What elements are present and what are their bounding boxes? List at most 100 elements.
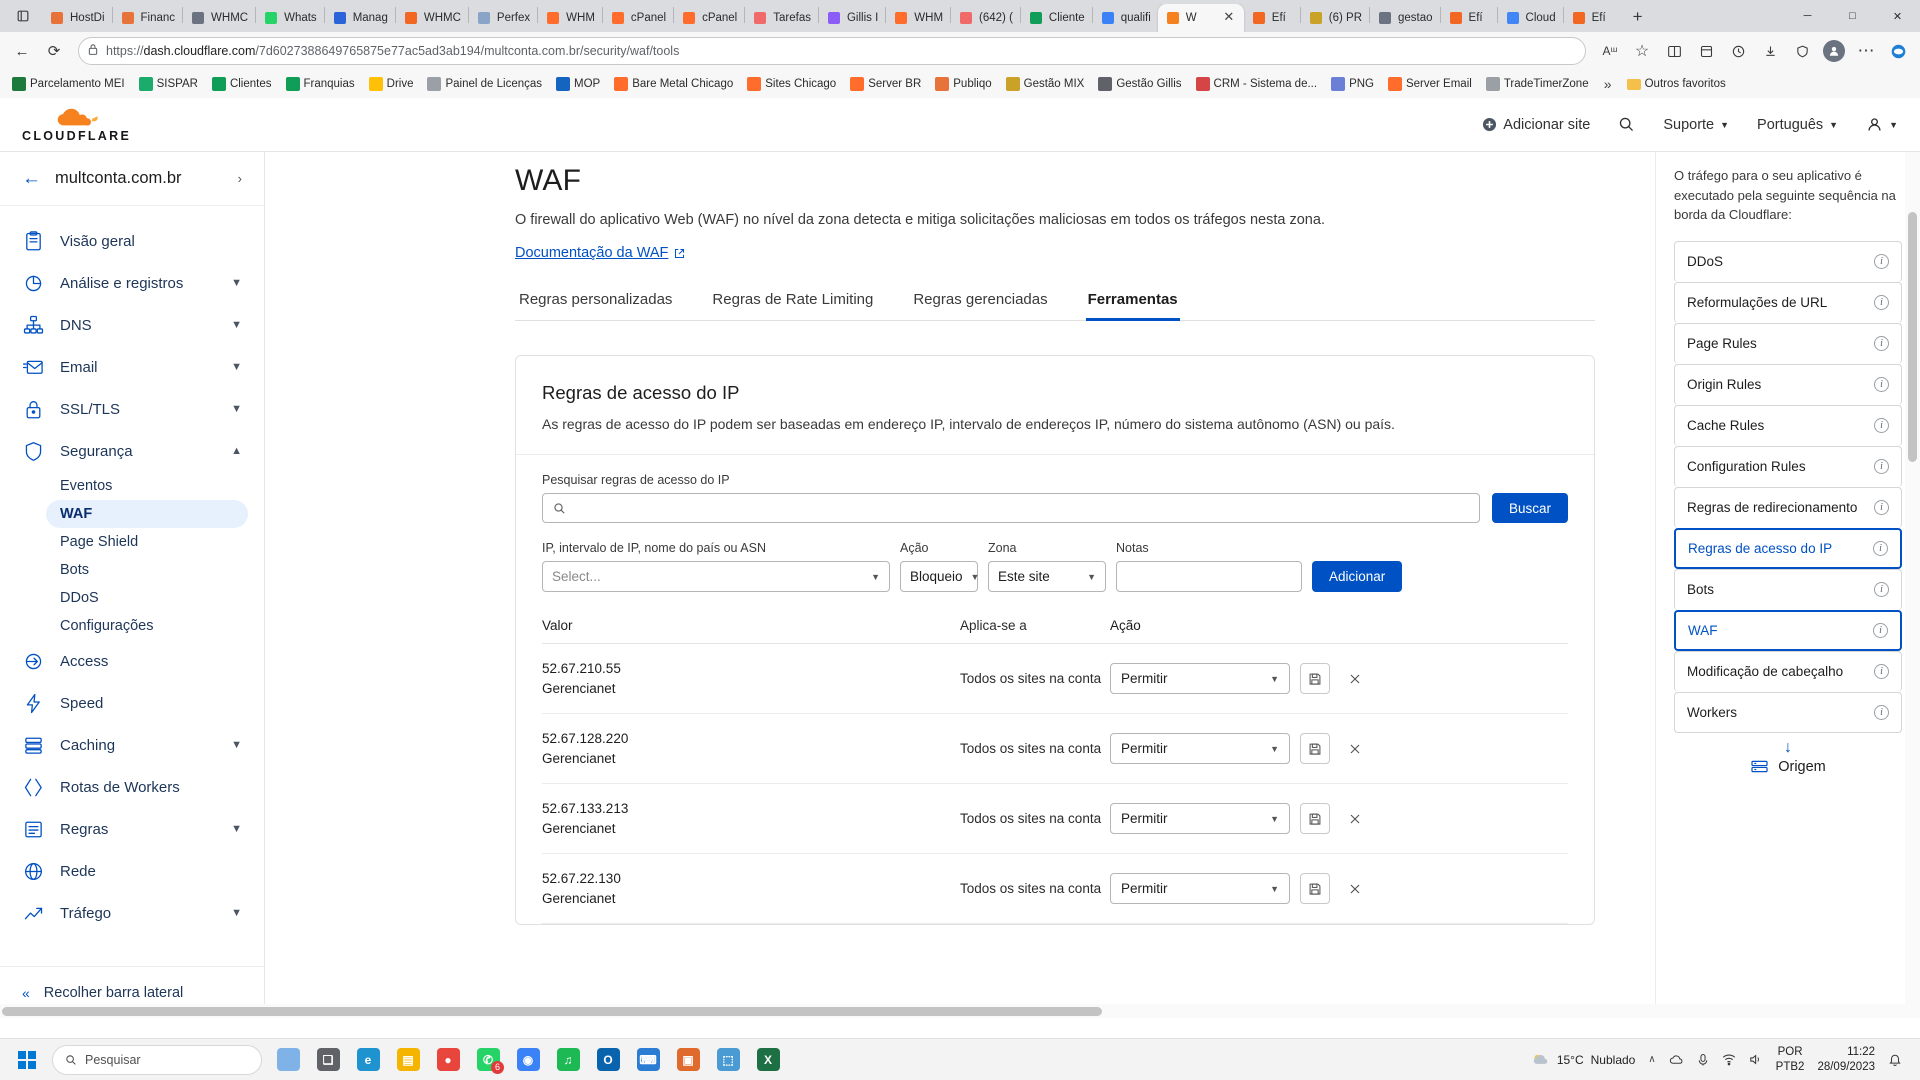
- info-icon[interactable]: i: [1874, 704, 1889, 720]
- clock[interactable]: 11:22 28/09/2023: [1817, 1045, 1875, 1074]
- browser-tab[interactable]: WHMC: [396, 4, 468, 32]
- sidebar-item-caching[interactable]: Caching ▼: [0, 724, 264, 766]
- browser-tab-active[interactable]: W ✕: [1157, 4, 1244, 32]
- scrollbar-thumb[interactable]: [1908, 212, 1917, 462]
- traffic-sequence-item[interactable]: Page Rules i: [1674, 322, 1902, 364]
- new-tab-button[interactable]: +: [1624, 3, 1652, 31]
- browser-tab[interactable]: cPanel: [674, 4, 744, 32]
- chevron-down-icon[interactable]: ▼: [231, 361, 242, 373]
- chevron-down-icon[interactable]: ▼: [231, 823, 242, 835]
- maximize-button[interactable]: □: [1830, 0, 1875, 32]
- bookmark-item[interactable]: Server Email: [1382, 74, 1478, 94]
- sidebar-item-speed[interactable]: Speed: [0, 682, 264, 724]
- sidebar-item-vis-o-geral[interactable]: Visão geral: [0, 220, 264, 262]
- close-tab-icon[interactable]: ✕: [1221, 10, 1237, 26]
- sidebar-subitem-configura-es[interactable]: Configurações: [46, 612, 248, 640]
- browser-tab[interactable]: HostDi: [42, 4, 112, 32]
- delete-rule-button[interactable]: [1340, 663, 1370, 694]
- sidebar-item-access[interactable]: Access: [0, 640, 264, 682]
- history-icon[interactable]: [1724, 37, 1752, 65]
- sidebar-item-rotas-de-workers[interactable]: Rotas de Workers: [0, 766, 264, 808]
- taskbar-app-task-view[interactable]: ❑: [308, 1041, 348, 1079]
- sidebar-subitem-waf[interactable]: WAF: [46, 500, 248, 528]
- back-button[interactable]: ←: [8, 37, 36, 65]
- add-site-button[interactable]: Adicionar site: [1482, 117, 1590, 133]
- taskbar-app-outlook[interactable]: O: [588, 1041, 628, 1079]
- sidebar-subitem-ddos[interactable]: DDoS: [46, 584, 248, 612]
- browser-tab[interactable]: Perfex: [469, 4, 537, 32]
- traffic-sequence-item[interactable]: Reformulações de URL i: [1674, 281, 1902, 323]
- delete-rule-button[interactable]: [1340, 873, 1370, 904]
- browser-tab[interactable]: gestao: [1370, 4, 1440, 32]
- close-window-button[interactable]: ✕: [1875, 0, 1920, 32]
- page-vertical-scrollbar[interactable]: [1905, 152, 1920, 1018]
- browser-tab[interactable]: Financ: [113, 4, 183, 32]
- arrow-left-icon[interactable]: ←: [22, 169, 41, 188]
- tab-regras-personalizadas[interactable]: Regras personalizadas: [517, 291, 674, 320]
- search-input[interactable]: [542, 493, 1480, 523]
- row-action-select[interactable]: Permitir ▼: [1110, 733, 1290, 764]
- bookmark-item[interactable]: Bare Metal Chicago: [608, 74, 739, 94]
- info-icon[interactable]: i: [1874, 336, 1889, 351]
- info-icon[interactable]: i: [1874, 295, 1889, 310]
- start-button[interactable]: [6, 1041, 48, 1079]
- taskbar-search[interactable]: Pesquisar: [52, 1044, 262, 1075]
- address-bar[interactable]: https://dash.cloudflare.com/7d6027388649…: [78, 37, 1586, 65]
- traffic-sequence-item[interactable]: Workers i: [1674, 691, 1902, 733]
- chevron-right-icon[interactable]: ›: [238, 171, 242, 186]
- ip-select[interactable]: Select... ▼: [542, 561, 890, 592]
- delete-rule-button[interactable]: [1340, 733, 1370, 764]
- onedrive-cloud-icon[interactable]: [1669, 1053, 1684, 1066]
- topbar-search-button[interactable]: [1618, 116, 1635, 133]
- sidebar-item-ssl-tls[interactable]: SSL/TLS ▼: [0, 388, 264, 430]
- browser-tab[interactable]: qualifi: [1093, 4, 1158, 32]
- bookmark-item[interactable]: Clientes: [206, 74, 278, 94]
- mic-icon[interactable]: [1697, 1053, 1709, 1067]
- row-action-select[interactable]: Permitir ▼: [1110, 663, 1290, 694]
- browser-tab[interactable]: cPanel: [603, 4, 673, 32]
- taskbar-app-weather-widget[interactable]: [268, 1041, 308, 1079]
- traffic-sequence-item[interactable]: Origin Rules i: [1674, 363, 1902, 405]
- language-indicator[interactable]: POR PTB2: [1776, 1045, 1805, 1074]
- bookmarks-overflow-button[interactable]: »: [1597, 76, 1619, 92]
- bookmark-item[interactable]: Publiqo: [929, 74, 997, 94]
- info-icon[interactable]: i: [1874, 377, 1889, 392]
- traffic-sequence-item[interactable]: DDoS i: [1674, 240, 1902, 282]
- bookmark-item[interactable]: SISPAR: [133, 74, 204, 94]
- taskbar-app-terminal[interactable]: ⬚: [708, 1041, 748, 1079]
- page-horizontal-scrollbar[interactable]: [0, 1004, 1905, 1018]
- info-icon[interactable]: i: [1873, 540, 1888, 556]
- waf-documentation-link[interactable]: Documentação da WAF: [515, 245, 685, 261]
- taskbar-app-chrome[interactable]: ●: [428, 1041, 468, 1079]
- taskbar-app-spotify[interactable]: ♫: [548, 1041, 588, 1079]
- other-favorites-folder[interactable]: Outros favoritos: [1621, 75, 1732, 93]
- sidebar-item-regras[interactable]: Regras ▼: [0, 808, 264, 850]
- language-menu[interactable]: Português ▼: [1757, 117, 1838, 133]
- zone-select[interactable]: Este site ▼: [988, 561, 1106, 592]
- sidebar-subitem-eventos[interactable]: Eventos: [46, 472, 248, 500]
- browser-essentials-icon[interactable]: [1788, 37, 1816, 65]
- traffic-sequence-item[interactable]: WAF i: [1674, 609, 1902, 651]
- browser-tab[interactable]: WHMC: [183, 4, 255, 32]
- chevron-down-icon[interactable]: ▼: [231, 403, 242, 415]
- chevron-down-icon[interactable]: ▼: [231, 907, 242, 919]
- browser-tab[interactable]: Cloud: [1498, 4, 1563, 32]
- row-action-select[interactable]: Permitir ▼: [1110, 873, 1290, 904]
- traffic-sequence-item[interactable]: Regras de redirecionamento i: [1674, 486, 1902, 528]
- taskbar-app-photos[interactable]: ▣: [668, 1041, 708, 1079]
- traffic-sequence-item[interactable]: Cache Rules i: [1674, 404, 1902, 446]
- bookmark-item[interactable]: Server BR: [844, 74, 927, 94]
- volume-icon[interactable]: [1749, 1053, 1763, 1066]
- info-icon[interactable]: i: [1874, 500, 1889, 515]
- bookmark-item[interactable]: Drive: [363, 74, 420, 94]
- bookmark-item[interactable]: Franquias: [280, 74, 361, 94]
- taskbar-app-apps-group[interactable]: ◉: [508, 1041, 548, 1079]
- browser-tab[interactable]: WHM: [538, 4, 602, 32]
- sidebar-item-rede[interactable]: Rede: [0, 850, 264, 892]
- chevron-down-icon[interactable]: ▼: [231, 319, 242, 331]
- notification-icon[interactable]: [1888, 1053, 1902, 1067]
- split-screen-icon[interactable]: [1660, 37, 1688, 65]
- bookmark-item[interactable]: CRM - Sistema de...: [1190, 74, 1324, 94]
- save-rule-button[interactable]: [1300, 733, 1330, 764]
- taskbar-app-file-explorer[interactable]: ▤: [388, 1041, 428, 1079]
